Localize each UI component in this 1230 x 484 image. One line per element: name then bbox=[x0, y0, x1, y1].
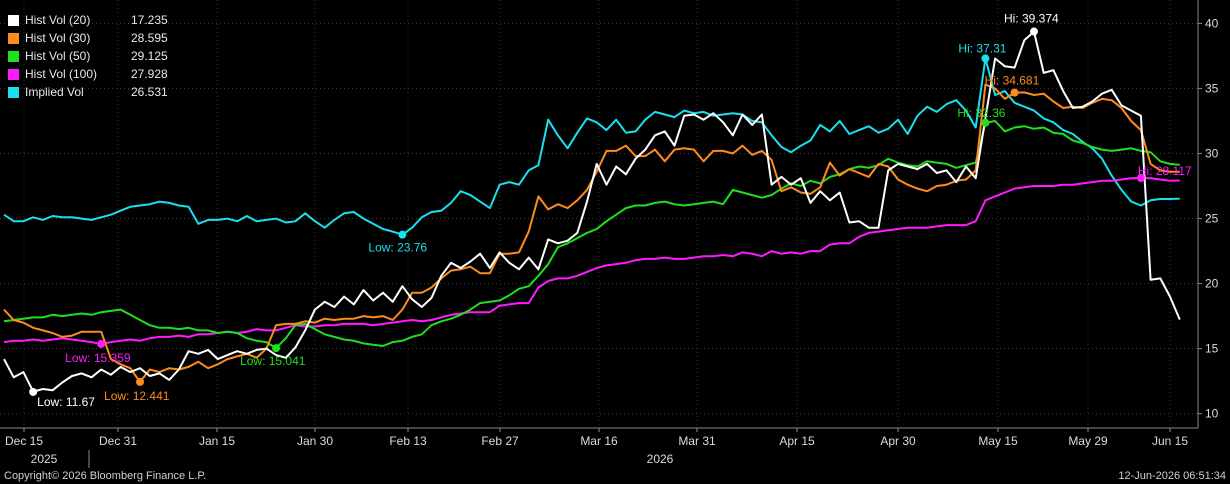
legend-value: 27.928 bbox=[131, 67, 168, 81]
annotation-label: Hi: 39.374 bbox=[1004, 12, 1059, 26]
legend-item-hist-vol-30[interactable]: Hist Vol (30) 28.595 bbox=[8, 29, 168, 47]
annotation-label: Low: 15.041 bbox=[240, 354, 306, 368]
x-tick-label: Feb 13 bbox=[389, 434, 427, 448]
x-tick-label: Jan 15 bbox=[199, 434, 235, 448]
legend-swatch bbox=[8, 86, 19, 98]
series-line-hist-vol-100 bbox=[3, 177, 1180, 345]
annotation-label: Low: 12.441 bbox=[104, 389, 170, 403]
annotation-marker bbox=[136, 377, 145, 386]
y-tick-label: 20 bbox=[1205, 277, 1219, 291]
annotation-marker bbox=[1010, 88, 1019, 97]
legend-label: Hist Vol (20) bbox=[25, 13, 91, 27]
y-tick-label: 25 bbox=[1205, 212, 1219, 226]
annotation-label: Hi: 28.117 bbox=[1138, 164, 1192, 178]
x-tick-label: Feb 27 bbox=[481, 434, 519, 448]
x-tick-label: Jan 30 bbox=[297, 434, 333, 448]
annotation-marker bbox=[97, 339, 106, 348]
x-tick-label: Apr 30 bbox=[880, 434, 916, 448]
annotation-marker bbox=[981, 54, 990, 63]
legend-label: Hist Vol (50) bbox=[25, 49, 91, 63]
annotation-label: Low: 23.76 bbox=[368, 241, 427, 255]
legend-swatch bbox=[8, 14, 19, 26]
legend-label: Hist Vol (100) bbox=[25, 67, 98, 81]
copyright-text: Copyright© 2026 Bloomberg Finance L.P. bbox=[4, 470, 207, 482]
x-tick-label: Apr 15 bbox=[779, 434, 815, 448]
series-line-hist-vol-50 bbox=[3, 120, 1180, 350]
legend-swatch bbox=[8, 50, 19, 62]
legend-item-hist-vol-20[interactable]: Hist Vol (20) 17.235 bbox=[8, 11, 168, 29]
x-year-label: 2025 bbox=[31, 452, 58, 466]
legend-value: 26.531 bbox=[131, 85, 168, 99]
legend-value: 29.125 bbox=[131, 49, 168, 63]
x-tick-label: Dec 15 bbox=[5, 434, 43, 448]
annotation-marker bbox=[981, 118, 990, 127]
annotation-label: Hi: 37.31 bbox=[958, 41, 1006, 55]
x-tick-label: Mar 31 bbox=[678, 434, 716, 448]
annotation-marker bbox=[398, 230, 407, 239]
legend-item-hist-vol-100[interactable]: Hist Vol (100) 27.928 bbox=[8, 65, 168, 83]
timestamp-text: 12-Jun-2026 06:51:34 bbox=[1118, 470, 1226, 482]
x-tick-label: May 29 bbox=[1068, 434, 1108, 448]
annotation-marker bbox=[29, 387, 38, 396]
volatility-chart: 10152025303540Dec 15 Dec 31 Jan 15 Jan 30 Fe… bbox=[0, 0, 1219, 468]
annotation-marker bbox=[272, 344, 281, 353]
x-tick-label: May 15 bbox=[978, 434, 1018, 448]
annotation-label: Hi: 32.36 bbox=[957, 106, 1005, 120]
y-tick-label: 40 bbox=[1205, 16, 1219, 30]
legend-label: Hist Vol (30) bbox=[25, 31, 91, 45]
legend-item-implied-vol[interactable]: Implied Vol 26.531 bbox=[8, 83, 168, 101]
legend-value: 17.235 bbox=[131, 13, 168, 27]
legend-item-hist-vol-50[interactable]: Hist Vol (50) 29.125 bbox=[8, 47, 168, 65]
legend: Hist Vol (20) 17.235 Hist Vol (30) 28.59… bbox=[8, 11, 168, 101]
legend-value: 28.595 bbox=[131, 31, 168, 45]
y-tick-label: 35 bbox=[1205, 81, 1219, 95]
legend-label: Implied Vol bbox=[25, 85, 84, 99]
annotation-marker bbox=[1030, 27, 1039, 36]
annotation-label: Low: 11.67 bbox=[37, 395, 95, 409]
x-tick-label: Mar 16 bbox=[580, 434, 618, 448]
x-tick-label: Dec 31 bbox=[99, 434, 137, 448]
x-tick-label: Jun 15 bbox=[1152, 434, 1188, 448]
y-tick-label: 10 bbox=[1205, 407, 1219, 421]
y-tick-label: 15 bbox=[1205, 342, 1219, 356]
legend-swatch bbox=[8, 68, 19, 80]
annotation-label: Hi: 34.681 bbox=[985, 74, 1040, 88]
legend-swatch bbox=[8, 32, 19, 44]
annotation-label: Low: 15.359 bbox=[65, 351, 131, 365]
y-tick-label: 30 bbox=[1205, 147, 1219, 161]
x-year-label: 2026 bbox=[647, 452, 674, 466]
